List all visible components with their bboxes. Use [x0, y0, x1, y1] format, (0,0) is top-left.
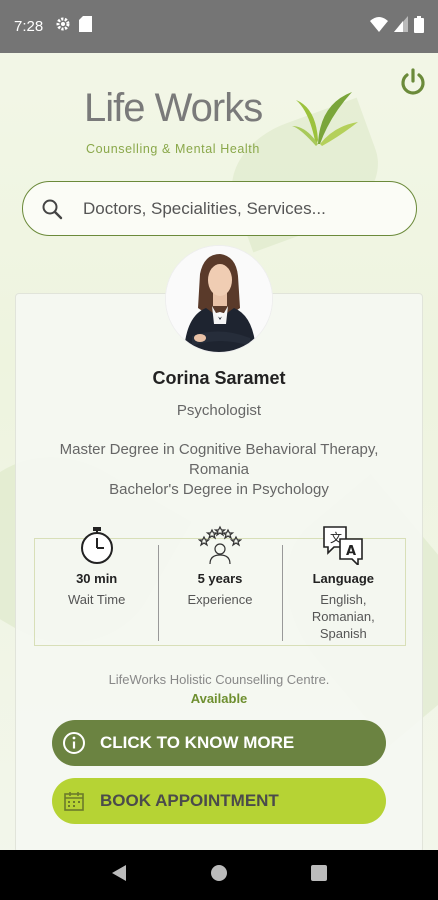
- stopwatch-icon: [80, 527, 113, 564]
- logo-subtitle: Counselling & Mental Health: [86, 142, 260, 156]
- power-button[interactable]: [395, 64, 431, 100]
- experience-stars-icon: [197, 525, 242, 565]
- system-nav-bar: [0, 850, 438, 900]
- search-icon: [42, 199, 63, 219]
- cellular-icon: [394, 16, 408, 37]
- doctor-stats: 30 min Wait Time 5 years Experience 文 A …: [34, 525, 406, 646]
- info-icon: [62, 731, 86, 755]
- stat-experience: 5 years Experience: [158, 525, 281, 645]
- stat-language: 文 A Language English, Romanian, Spanish: [281, 526, 405, 645]
- logo-title: Life Works: [84, 86, 263, 130]
- availability-status: Available: [190, 691, 248, 706]
- home-button[interactable]: [210, 864, 228, 887]
- back-button[interactable]: [111, 864, 127, 887]
- battery-icon: [414, 15, 424, 38]
- sd-card-icon: [79, 16, 93, 37]
- status-time: 7:28: [14, 18, 44, 35]
- wait-time-value: 30 min: [76, 571, 118, 586]
- wait-time-label: Wait Time: [68, 592, 126, 607]
- know-more-label: CLICK TO KNOW MORE: [100, 733, 295, 752]
- book-appointment-button[interactable]: BOOK APPOINTMENT: [52, 778, 386, 824]
- experience-value: 5 years: [197, 571, 243, 586]
- language-item: Romanian,: [311, 609, 375, 624]
- wifi-icon: [370, 16, 388, 37]
- experience-label: Experience: [187, 592, 253, 607]
- language-list: English, Romanian, Spanish: [312, 591, 375, 642]
- education-line: Master Degree in Cognitive Behavioral Th…: [59, 441, 379, 458]
- education-line: Bachelor's Degree in Psychology: [109, 481, 329, 498]
- language-item: English,: [320, 592, 367, 607]
- book-appointment-label: BOOK APPOINTMENT: [100, 791, 279, 810]
- language-value: Language: [312, 571, 375, 586]
- home-icon: [210, 864, 227, 881]
- doctor-name: Corina Saramet: [152, 368, 286, 388]
- education-line: Romania: [188, 461, 250, 478]
- recents-icon: [310, 864, 327, 881]
- power-icon: [401, 68, 425, 95]
- gear-icon: [55, 16, 71, 37]
- translate-icon: 文 A: [323, 526, 364, 565]
- centre-name: LifeWorks Holistic Counselling Centre.: [108, 672, 330, 687]
- know-more-button[interactable]: CLICK TO KNOW MORE: [52, 720, 386, 766]
- doctor-avatar: [166, 246, 272, 352]
- language-item: Spanish: [319, 626, 367, 641]
- calendar-icon: [62, 789, 86, 813]
- leaf-logo-icon: [292, 92, 358, 146]
- doctor-specialty: Psychologist: [176, 402, 262, 419]
- status-bar: 7:28: [0, 0, 438, 53]
- stat-wait-time: 30 min Wait Time: [35, 527, 158, 645]
- doctor-education: Master Degree in Cognitive Behavioral Th…: [30, 440, 408, 500]
- back-icon: [112, 864, 127, 881]
- search-bar[interactable]: [22, 181, 417, 236]
- svg-text:A: A: [346, 544, 356, 559]
- lifeworks-logo: Life Works Counselling & Mental Health: [84, 88, 364, 160]
- search-input[interactable]: [83, 198, 403, 219]
- recents-button[interactable]: [310, 864, 327, 886]
